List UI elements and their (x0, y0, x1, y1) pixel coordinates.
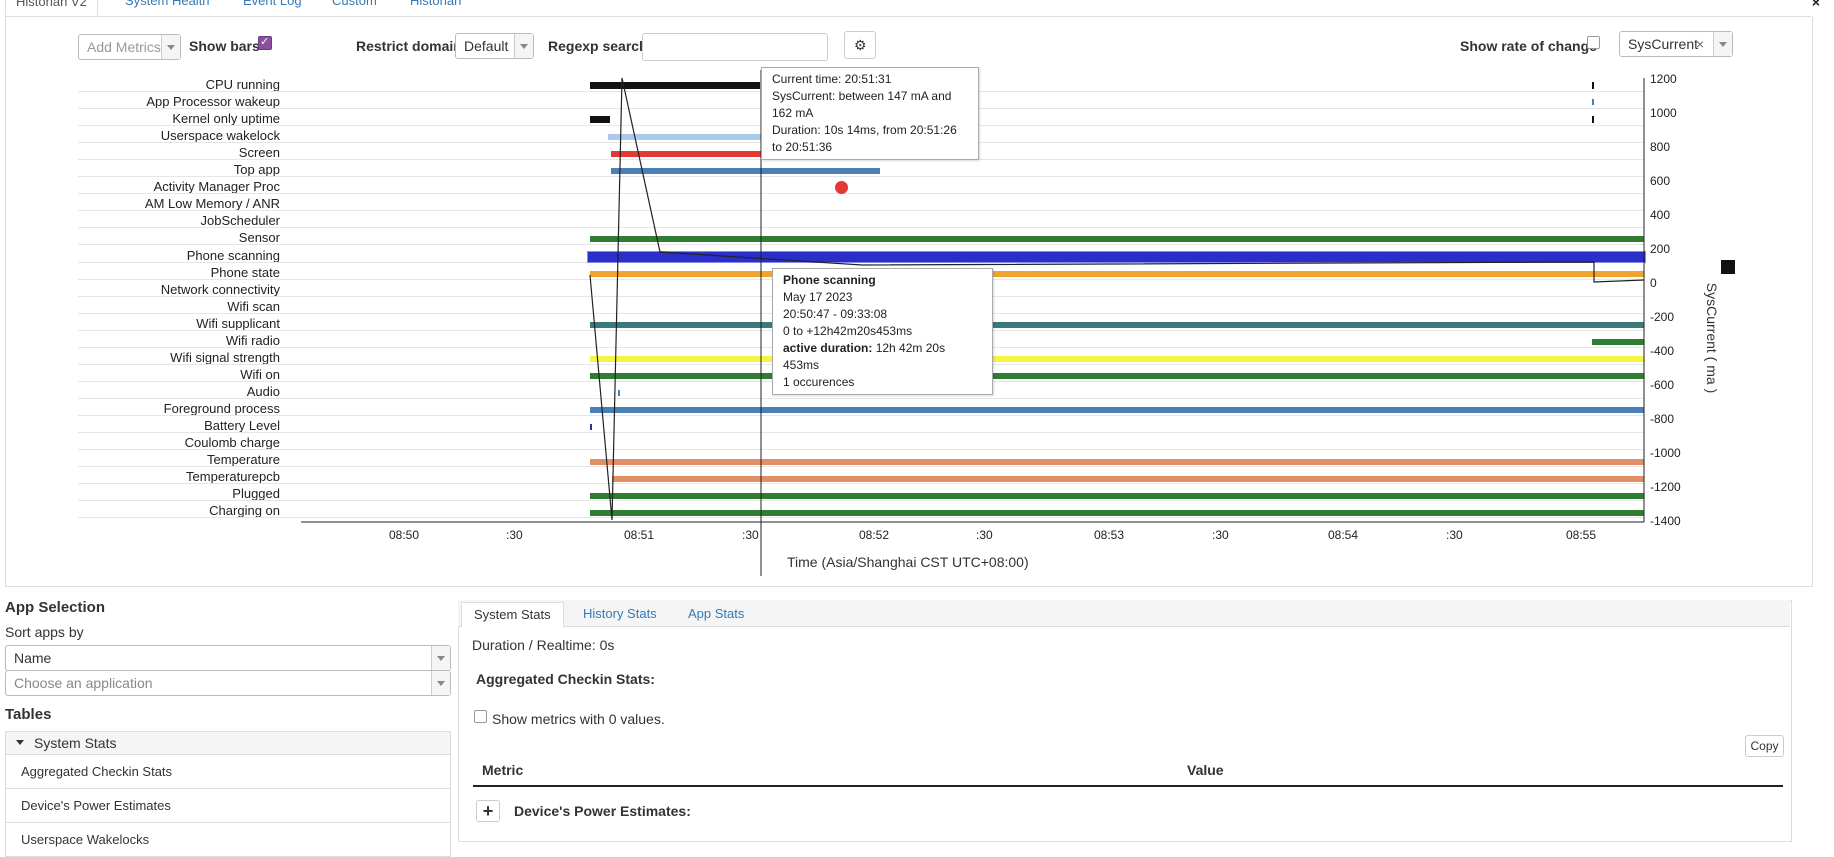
tooltip-scan-date: May 17 2023 (783, 290, 853, 304)
copy-button[interactable]: Copy (1745, 735, 1784, 757)
tables-title: Tables (5, 706, 52, 723)
y-tick-label: -600 (1650, 378, 1675, 392)
tooltip-duration: Duration: 10s 14ms, from 20:51:26 to 20:… (772, 123, 957, 154)
tooltip-syscurrent: SysCurrent: between 147 mA and 162 mA (772, 89, 952, 120)
col-metric-header: Metric (482, 762, 524, 778)
x-tick-label: :30 (1446, 528, 1463, 542)
tooltip-active-label: active duration: (783, 341, 873, 355)
tooltip-scan-title: Phone scanning (783, 273, 876, 287)
tooltip-scan-occ: 1 occurences (783, 375, 855, 389)
caret-down-icon (16, 740, 24, 745)
table-header-divider (473, 785, 1783, 787)
y-tick-label: 800 (1650, 140, 1671, 154)
y-tick-label: 0 (1650, 276, 1657, 290)
system-stats-group[interactable]: System Stats (5, 731, 451, 755)
aggregated-checkin-title: Aggregated Checkin Stats: (476, 671, 655, 687)
chevron-down-icon (431, 671, 450, 695)
x-tick-label: 08:51 (624, 528, 655, 542)
y-tick-label: 600 (1650, 174, 1671, 188)
stats-tab-bar: System Stats History Stats App Stats (458, 600, 1790, 628)
y-tick-label: -400 (1650, 344, 1675, 358)
show-zero-label: Show metrics with 0 values. (492, 711, 665, 727)
list-item-aggregated[interactable]: Aggregated Checkin Stats (5, 755, 451, 789)
chevron-down-icon (431, 646, 450, 670)
tooltip-scan-range: 20:50:47 - 09:33:08 (783, 307, 888, 321)
power-estimates-row: Device's Power Estimates: (514, 803, 691, 819)
x-tick-label: :30 (976, 528, 993, 542)
y-tick-label: -200 (1650, 310, 1675, 324)
tooltip-scan-active: active duration: 12h 42m 20s 453ms (783, 340, 982, 374)
app-selection-title: App Selection (5, 599, 106, 616)
x-tick-label: 08:55 (1566, 528, 1597, 542)
x-axis-label: Time (Asia/Shanghai CST UTC+08:00) (787, 554, 1029, 570)
syscurrent-line (589, 77, 1645, 521)
x-tick-label: 08:54 (1328, 528, 1359, 542)
tooltip-current-time: Current time: 20:51:31 (772, 72, 892, 86)
x-tick-label: 08:53 (1094, 528, 1125, 542)
tab-history-stats[interactable]: History Stats (571, 602, 669, 626)
x-tick-label: :30 (1212, 528, 1229, 542)
x-tick-label: :30 (506, 528, 523, 542)
col-value-header: Value (1187, 762, 1224, 778)
choose-application-placeholder: Choose an application (14, 675, 153, 691)
y-tick-label: -1200 (1650, 480, 1681, 494)
y-tick-label: 400 (1650, 208, 1671, 222)
list-item-power-estimates[interactable]: Device's Power Estimates (5, 789, 451, 823)
choose-application-select[interactable]: Choose an application (5, 670, 451, 696)
system-stats-label: System Stats (34, 735, 117, 751)
list-item-userspace-wakelocks[interactable]: Userspace Wakelocks (5, 823, 451, 857)
sort-apps-select[interactable]: Name (5, 645, 451, 671)
x-tick-label: 08:52 (859, 528, 890, 542)
y-tick-label: 1000 (1650, 106, 1677, 120)
current-time-tooltip: Current time: 20:51:31 SysCurrent: betwe… (761, 67, 979, 160)
tooltip-scan-offset: 0 to +12h42m20s453ms (783, 324, 913, 338)
x-tick-label: 08:50 (389, 528, 420, 542)
sort-apps-label: Sort apps by (5, 624, 84, 640)
y-tick-label: -1400 (1650, 514, 1681, 528)
show-zero-checkbox[interactable] (474, 710, 487, 723)
tab-app-stats[interactable]: App Stats (676, 602, 756, 626)
phone-scanning-tooltip: Phone scanning May 17 2023 20:50:47 - 09… (772, 268, 993, 395)
y-tick-label: -1000 (1650, 446, 1681, 460)
x-tick-label: :30 (742, 528, 759, 542)
sort-apps-value: Name (14, 650, 52, 666)
y-tick-label: 1200 (1650, 72, 1677, 86)
y-axis-label: SysCurrent ( ma ) (1704, 282, 1721, 394)
tab-system-stats[interactable]: System Stats (461, 602, 564, 628)
timeline-chart: CPU running App Processor wakeup Kernel on… (0, 0, 1834, 590)
legend-swatch-icon (1721, 260, 1735, 274)
y-tick-label: 200 (1650, 242, 1671, 256)
duration-realtime: Duration / Realtime: 0s (472, 637, 615, 653)
y-tick-label: -800 (1650, 412, 1675, 426)
expand-button[interactable]: + (476, 800, 500, 822)
